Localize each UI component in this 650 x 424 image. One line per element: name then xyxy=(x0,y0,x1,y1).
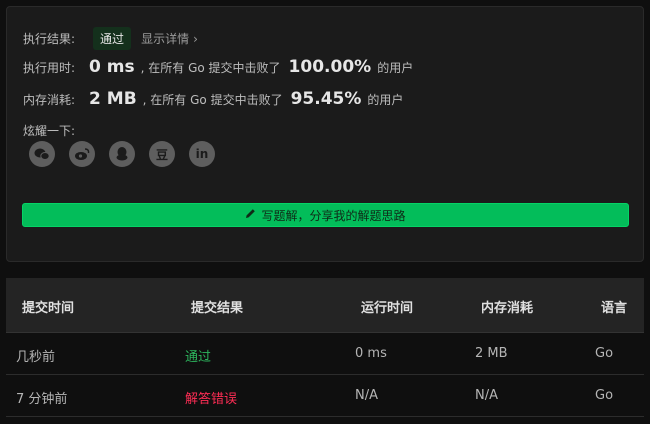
share-row: 炫耀一下: xyxy=(23,122,75,139)
runtime-middle-text: , 在所有 Go 提交中击败了 xyxy=(140,61,281,75)
chevron-right-icon: › xyxy=(193,32,198,46)
status-badge: 通过 xyxy=(93,27,132,50)
share-label: 炫耀一下: xyxy=(23,124,76,138)
qq-icon[interactable] xyxy=(109,141,135,167)
table-row[interactable]: 几秒前 通过 0 ms 2 MB Go xyxy=(6,333,644,375)
row-time: 几秒前 xyxy=(16,350,56,365)
status-row: 执行结果: 通过 显示详情 › xyxy=(23,27,198,50)
header-submit-result[interactable]: 提交结果 xyxy=(191,297,243,316)
memory-row: 内存消耗: 2 MB , 在所有 Go 提交中击败了 95.45% 的用户 xyxy=(23,89,403,109)
runtime-value: 0 ms xyxy=(89,57,135,77)
row-result[interactable]: 解答错误 xyxy=(185,388,237,407)
runtime-suffix: 的用户 xyxy=(377,61,414,75)
row-language: Go xyxy=(595,388,614,403)
wechat-icon[interactable] xyxy=(29,141,55,167)
table-row[interactable]: 7 分钟前 解答错误 N/A N/A Go xyxy=(6,375,644,417)
status-label: 执行结果: xyxy=(23,32,76,46)
weibo-icon[interactable] xyxy=(69,141,95,167)
write-solution-button[interactable]: 写题解，分享我的解题思路 xyxy=(22,203,629,227)
memory-value: 2 MB xyxy=(89,89,137,109)
row-language: Go xyxy=(595,346,614,361)
douban-icon[interactable]: 豆 xyxy=(149,141,175,167)
runtime-row: 执行用时: 0 ms , 在所有 Go 提交中击败了 100.00% 的用户 xyxy=(23,57,413,77)
share-icons: 豆 in xyxy=(29,141,215,167)
runtime-percent: 100.00% xyxy=(288,57,372,77)
result-card: 执行结果: 通过 显示详情 › 执行用时: 0 ms , 在所有 Go 提交中击败… xyxy=(6,6,644,262)
linkedin-icon[interactable]: in xyxy=(189,141,215,167)
row-time: 7 分钟前 xyxy=(16,392,68,407)
show-details-link[interactable]: 显示详情 › xyxy=(141,30,198,47)
write-solution-label: 写题解，分享我的解题思路 xyxy=(261,208,406,223)
header-language[interactable]: 语言 xyxy=(601,297,627,316)
header-submit-time[interactable]: 提交时间 xyxy=(22,297,74,316)
submissions-table: 提交时间 提交结果 运行时间 内存消耗 语言 几秒前 通过 0 ms 2 MB … xyxy=(6,278,644,417)
row-runtime: 0 ms xyxy=(355,346,387,361)
memory-suffix: 的用户 xyxy=(367,93,404,107)
header-runtime[interactable]: 运行时间 xyxy=(361,297,413,316)
row-result[interactable]: 通过 xyxy=(185,346,211,365)
row-runtime: N/A xyxy=(355,388,378,403)
row-memory: 2 MB xyxy=(475,346,508,361)
memory-middle-text: , 在所有 Go 提交中击败了 xyxy=(142,93,283,107)
memory-label: 内存消耗: xyxy=(23,93,76,107)
pencil-icon xyxy=(245,208,256,222)
header-memory[interactable]: 内存消耗 xyxy=(481,297,533,316)
runtime-label: 执行用时: xyxy=(23,61,76,75)
table-header: 提交时间 提交结果 运行时间 内存消耗 语言 xyxy=(6,278,644,333)
memory-percent: 95.45% xyxy=(290,89,362,109)
show-details-label: 显示详情 xyxy=(141,32,190,46)
row-memory: N/A xyxy=(475,388,498,403)
